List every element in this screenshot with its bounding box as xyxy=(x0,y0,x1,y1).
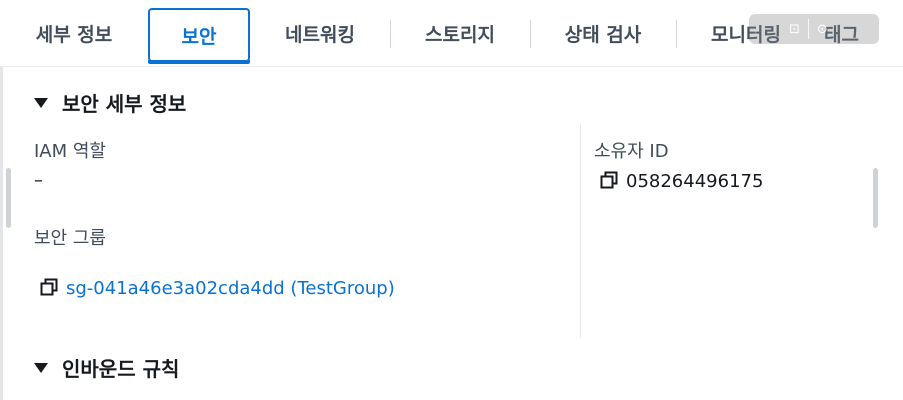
inbound-rules-title: 인바운드 규칙 xyxy=(62,357,180,381)
overlay-window-icon[interactable]: ⊡ xyxy=(789,22,800,37)
left-edge-border xyxy=(0,66,3,400)
security-group-row: sg-041a46e3a02cda4dd (TestGroup) xyxy=(40,278,395,299)
iam-role-value: – xyxy=(34,170,43,191)
copy-icon[interactable] xyxy=(600,171,618,189)
tab-security[interactable]: 보안 xyxy=(148,8,250,64)
owner-id-label: 소유자 ID xyxy=(594,141,669,162)
copy-icon[interactable] xyxy=(40,278,58,296)
overlay-clock-icon[interactable]: ⊙ xyxy=(817,22,828,37)
scrollbar-right[interactable] xyxy=(873,168,878,228)
screen-capture-overlay: ⊡ ⊙ xyxy=(749,14,879,44)
column-divider xyxy=(580,124,581,338)
caret-down-icon xyxy=(34,97,48,108)
tab-status-checks[interactable]: 상태 검사 xyxy=(530,0,676,66)
caret-down-icon xyxy=(34,362,48,373)
security-group-link[interactable]: sg-041a46e3a02cda4dd (TestGroup) xyxy=(66,278,395,299)
owner-id-row: 058264496175 xyxy=(600,171,763,192)
overlay-divider xyxy=(807,19,809,39)
iam-role-label: IAM 역할 xyxy=(34,141,106,162)
owner-id-value: 058264496175 xyxy=(626,171,764,192)
instance-details-panel: 세부 정보 보안 네트워킹 스토리지 상태 검사 모니터링 태그 ⊡ ⊙ 보안 … xyxy=(0,0,903,400)
tab-networking[interactable]: 네트워킹 xyxy=(250,0,390,66)
tab-details[interactable]: 세부 정보 xyxy=(0,0,148,66)
scrollbar-left[interactable] xyxy=(6,168,11,228)
security-details-header[interactable]: 보안 세부 정보 xyxy=(34,88,186,117)
tab-storage[interactable]: 스토리지 xyxy=(390,0,530,66)
inbound-rules-header[interactable]: 인바운드 규칙 xyxy=(34,353,179,382)
security-details-title: 보안 세부 정보 xyxy=(62,92,187,116)
security-groups-label: 보안 그룹 xyxy=(34,228,106,249)
